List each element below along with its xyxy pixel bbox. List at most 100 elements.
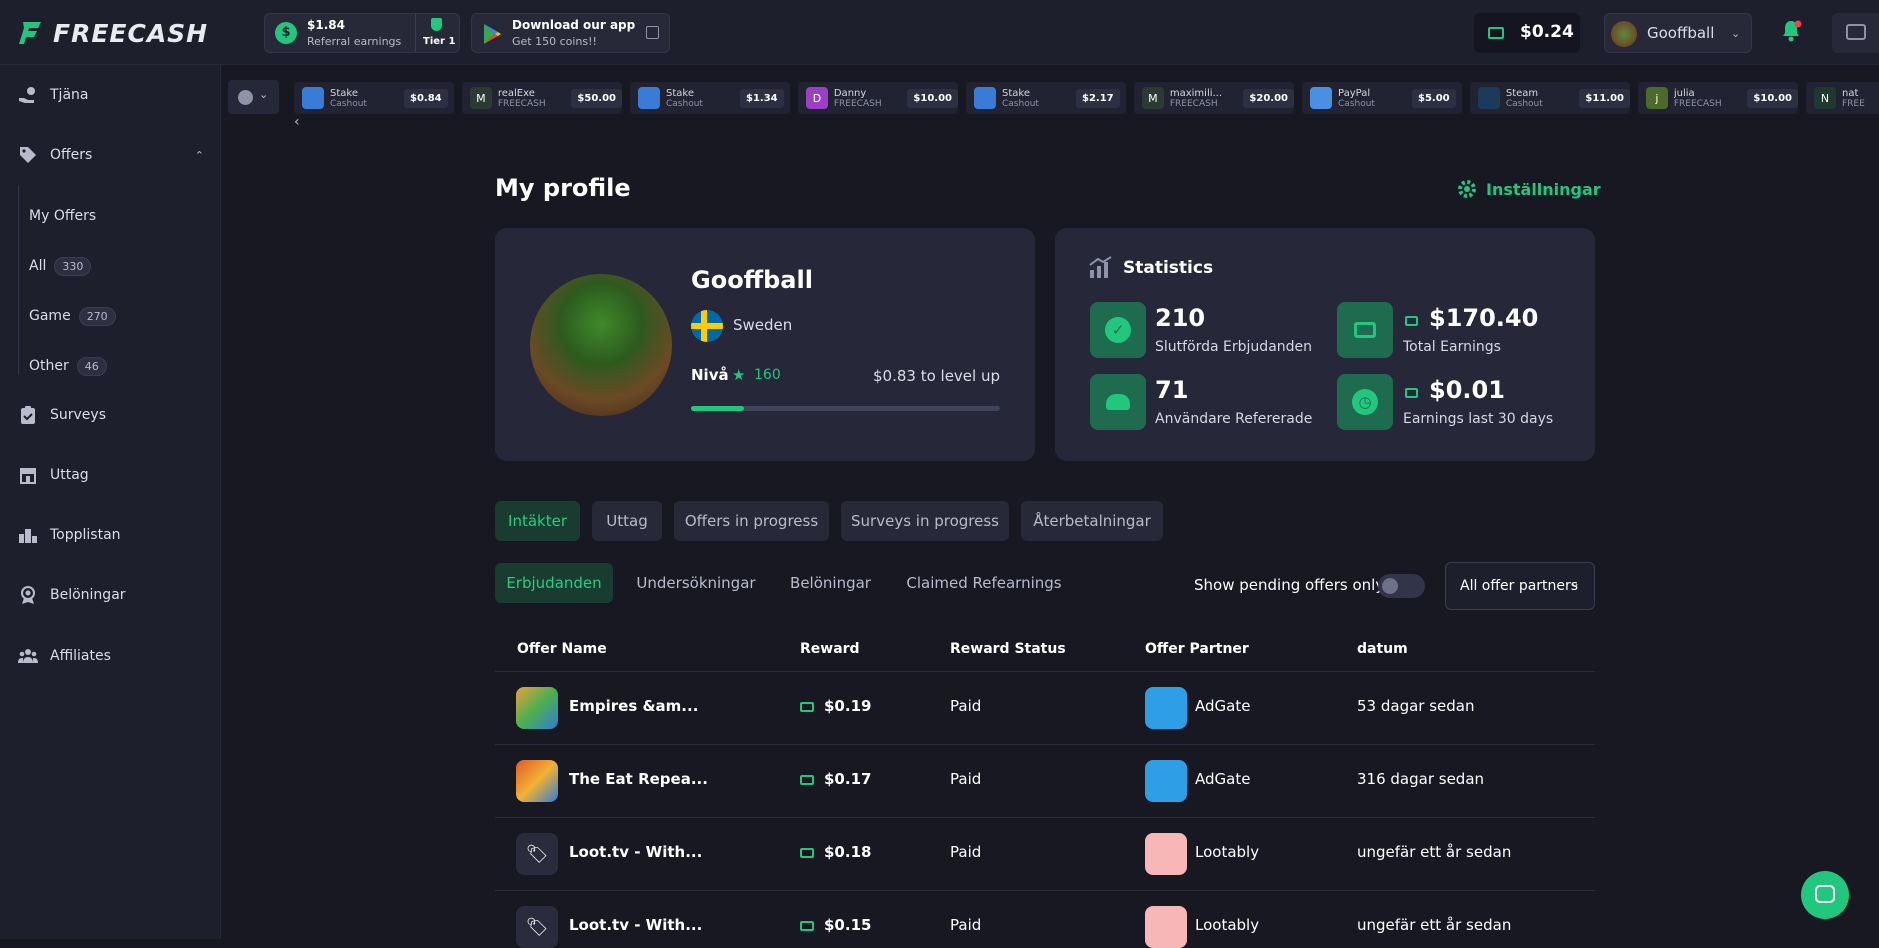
star-icon: ★ bbox=[732, 366, 746, 384]
sidebar-item-other[interactable]: Other 46 bbox=[29, 353, 107, 379]
tier-shield-icon bbox=[431, 18, 442, 31]
profile-name: Gooffball bbox=[691, 266, 813, 294]
ticker-amount: $5.00 bbox=[1412, 88, 1456, 108]
sidebar-item-uttag[interactable]: Uttag bbox=[18, 460, 89, 490]
chevron-down-icon: ⌄ bbox=[1731, 27, 1741, 40]
referred-users-value: 71 bbox=[1155, 376, 1189, 404]
subtab-beloningar[interactable]: Belöningar bbox=[782, 563, 879, 603]
steam-icon bbox=[1478, 87, 1500, 109]
sidebar-item-offers[interactable]: Offers ⌃ bbox=[18, 140, 204, 170]
freecash-logo-icon bbox=[19, 22, 41, 44]
offer-partners-selected: All offer partners bbox=[1460, 578, 1579, 594]
sidebar-item-label: Topplistan bbox=[50, 527, 121, 543]
ticker-amount: $10.00 bbox=[907, 88, 958, 108]
tab-aterbetalningar[interactable]: Återbetalningar bbox=[1021, 501, 1163, 541]
ticker-source: Cashout bbox=[1002, 98, 1039, 109]
settings-link[interactable]: Inställningar bbox=[1456, 178, 1601, 200]
sidebar-item-all[interactable]: All 330 bbox=[29, 253, 92, 279]
referral-earnings-pill[interactable]: $ $1.84 Referral earnings Tier 1 bbox=[264, 13, 460, 53]
sidebar-item-game[interactable]: Game 270 bbox=[29, 303, 116, 329]
user-avatar: M bbox=[1142, 87, 1164, 109]
pending-toggle[interactable] bbox=[1378, 574, 1425, 598]
subtab-claimed-refearnings[interactable]: Claimed Refearnings bbox=[902, 563, 1066, 603]
user-avatar: M bbox=[470, 87, 492, 109]
tab-uttag[interactable]: Uttag bbox=[592, 501, 662, 541]
sidebar-item-my-offers[interactable]: My Offers bbox=[29, 203, 96, 229]
tag-icon: 🏷 bbox=[516, 906, 558, 948]
table-row[interactable]: Empires &am... $0.19 Paid AdGate 53 daga… bbox=[495, 672, 1595, 745]
offer-partner: Lootably bbox=[1195, 916, 1260, 934]
chat-icon bbox=[1846, 24, 1866, 40]
statistics-title: Statistics bbox=[1123, 258, 1214, 278]
ticker-source: FREECASH bbox=[833, 98, 882, 109]
ticker-item: Mmaximili... FREECASH $20.00 bbox=[1134, 82, 1294, 114]
ticker-amount: $20.00 bbox=[1243, 88, 1294, 108]
sidebar-item-affiliates[interactable]: Affiliates bbox=[18, 641, 111, 671]
table-row[interactable]: 🏷 Loot.tv - With... $0.15 Paid Lootably … bbox=[495, 891, 1595, 948]
table-row[interactable]: The Eat Repea... $0.17 Paid AdGate 316 d… bbox=[495, 745, 1595, 818]
ticker-name: Steam bbox=[1505, 87, 1539, 99]
column-header-reward: Reward bbox=[800, 641, 860, 657]
subtab-erbjudanden[interactable]: Erbjudanden bbox=[495, 563, 613, 603]
chat-toggle-button[interactable] bbox=[1832, 13, 1879, 53]
sidebar-sub-label: My Offers bbox=[29, 208, 97, 224]
support-chat-button[interactable] bbox=[1801, 871, 1849, 919]
ticker-item: MrealExe FREECASH $50.00 bbox=[462, 82, 622, 114]
collapse-sidebar-icon[interactable]: ‹ bbox=[294, 114, 300, 130]
ticker-name: PayPal bbox=[1338, 87, 1371, 99]
download-app-pill[interactable]: Download our app Get 150 coins!! bbox=[471, 13, 670, 53]
balance-display[interactable]: $0.24 bbox=[1474, 13, 1580, 53]
user-menu-button[interactable]: Gooffball ⌄ bbox=[1604, 13, 1752, 53]
adgate-icon bbox=[1145, 760, 1187, 802]
level-progress-fill bbox=[691, 406, 744, 411]
sidebar-item-tjana[interactable]: Tjäna bbox=[18, 80, 88, 110]
balance-amount: $0.24 bbox=[1520, 22, 1574, 42]
sidebar-item-topplistan[interactable]: Topplistan bbox=[18, 520, 121, 550]
sidebar-item-label: Belöningar bbox=[50, 587, 126, 603]
count-badge: 330 bbox=[54, 256, 92, 276]
ticker-source: Cashout bbox=[1505, 98, 1543, 109]
offer-status: Paid bbox=[950, 697, 982, 715]
statistics-card: Statistics ✓ 210 Slutförda Erbjudanden $… bbox=[1055, 228, 1595, 461]
store-icon bbox=[20, 468, 36, 484]
money-bag-icon: $ bbox=[275, 22, 297, 44]
table-row[interactable]: 🏷 Loot.tv - With... $0.18 Paid Lootably … bbox=[495, 818, 1595, 891]
pending-filter-label: Show pending offers only bbox=[1194, 576, 1385, 594]
tab-intakter[interactable]: Intäkter bbox=[495, 501, 580, 541]
ticker-name: Danny bbox=[833, 87, 867, 99]
users-icon bbox=[18, 649, 38, 663]
chart-icon bbox=[1089, 256, 1112, 278]
sidebar-item-surveys[interactable]: Surveys bbox=[18, 400, 106, 430]
ticker-item: Stake Cashout $0.84 bbox=[294, 82, 454, 114]
column-header-reward-status: Reward Status bbox=[950, 641, 1066, 657]
offer-status: Paid bbox=[950, 916, 982, 934]
cash-icon bbox=[1405, 316, 1418, 326]
subtab-undersokningar[interactable]: Undersökningar bbox=[630, 563, 762, 603]
offer-name: The Eat Repea... bbox=[569, 770, 708, 788]
tag-icon: 🏷 bbox=[516, 833, 558, 875]
offer-date: ungefär ett år sedan bbox=[1357, 916, 1512, 934]
ticker-source: Cashout bbox=[1338, 98, 1375, 109]
award-icon bbox=[21, 586, 35, 604]
notification-bell-icon[interactable] bbox=[1780, 19, 1802, 43]
user-avatar: j bbox=[1646, 87, 1668, 109]
sidebar-item-label: Uttag bbox=[50, 467, 89, 483]
offer-partner: Lootably bbox=[1195, 843, 1260, 861]
ticker-name: realExe bbox=[497, 87, 535, 99]
freecash-logo[interactable]: FREECASH bbox=[17, 17, 208, 49]
language-selector[interactable]: ⌄ bbox=[228, 80, 279, 114]
user-avatar bbox=[1611, 21, 1637, 47]
recent-earnings-icon: ◷ bbox=[1337, 374, 1393, 430]
ticker-amount: $1.34 bbox=[740, 88, 784, 108]
ticker-name: julia bbox=[1673, 87, 1695, 99]
sidebar-item-beloningar[interactable]: Belöningar bbox=[18, 580, 126, 610]
offer-partners-dropdown[interactable]: All offer partners ⌄ bbox=[1445, 562, 1595, 610]
chevron-down-icon: ⌄ bbox=[1570, 576, 1581, 590]
live-cashout-ticker: Stake Cashout $0.84 MrealExe FREECASH $50.00 S… bbox=[294, 82, 1879, 114]
user-avatar: N bbox=[1814, 87, 1836, 109]
tab-surveys-in-progress[interactable]: Surveys in progress bbox=[841, 501, 1009, 541]
cash-icon bbox=[1405, 388, 1418, 398]
tab-offers-in-progress[interactable]: Offers in progress bbox=[674, 501, 829, 541]
chevron-up-icon: ⌃ bbox=[194, 148, 204, 162]
level-up-text: $0.83 to level up bbox=[872, 367, 1000, 385]
